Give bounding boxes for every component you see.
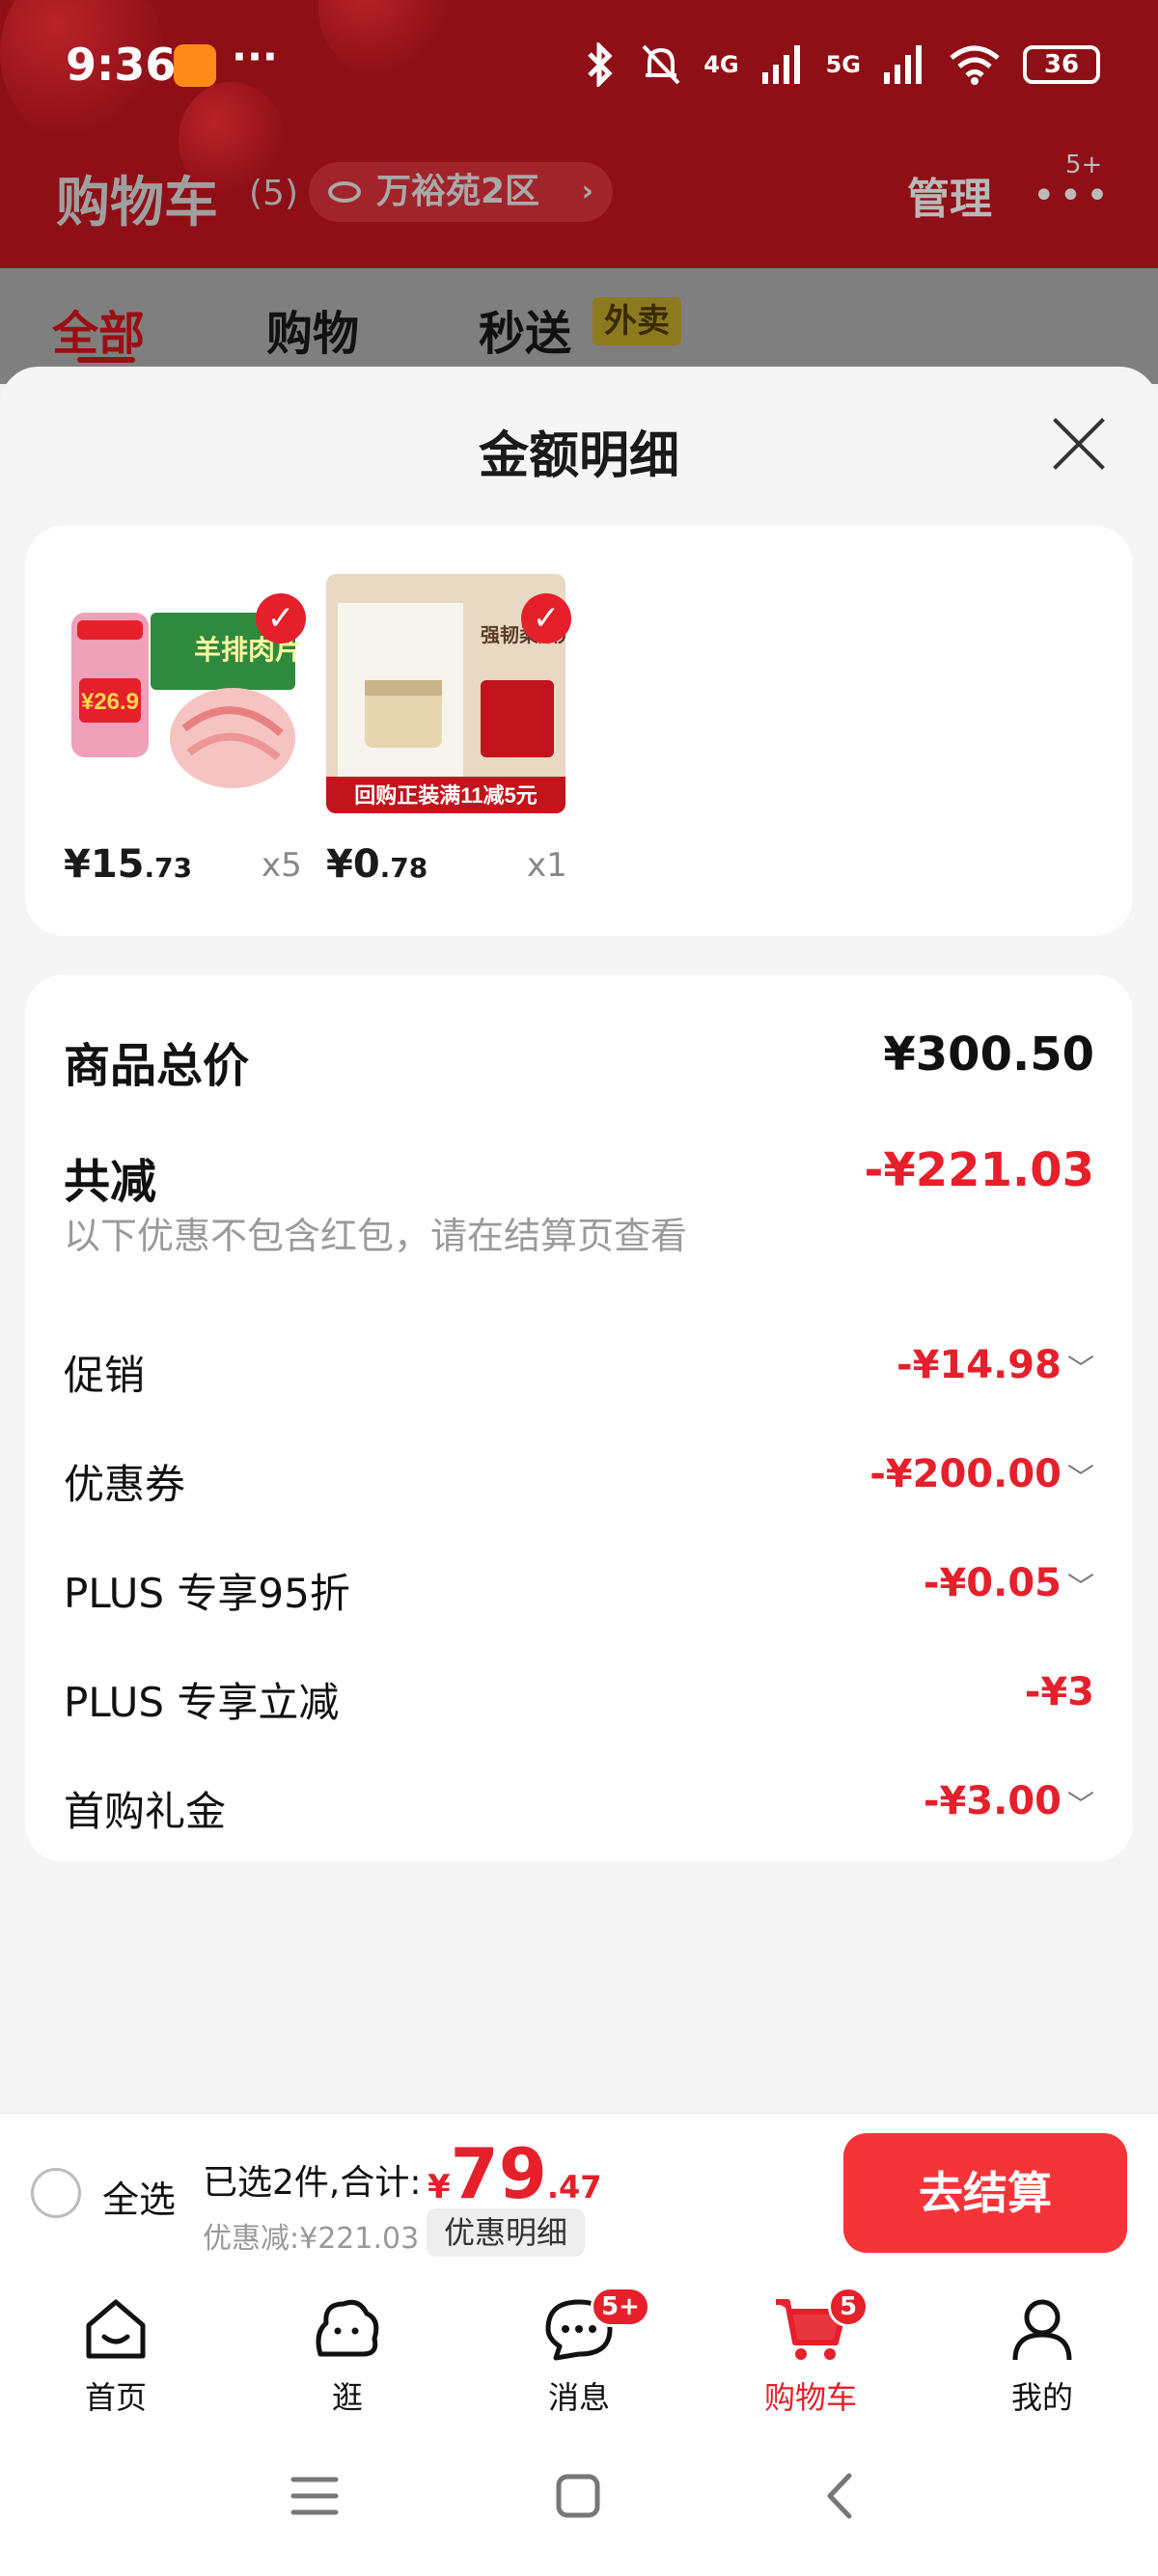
sheet-title: 金额明细 xyxy=(478,427,679,485)
product-qty: x5 xyxy=(262,846,302,885)
battery-indicator: 36 xyxy=(1023,45,1100,84)
discount-amount: -¥14.98 xyxy=(896,1343,1062,1387)
message-badge: 5+ xyxy=(591,2287,650,2327)
tab-express[interactable]: 秒送 xyxy=(479,295,571,363)
checkout-bar: 全选 已选2件,合计: ¥79.47 优惠减:¥221.03 优惠明细 去结算 xyxy=(0,2113,1158,2269)
profile-icon xyxy=(1012,2299,1072,2361)
reduce-value: -¥221.03 xyxy=(864,1143,1094,1197)
address-selector[interactable]: 万裕苑2区 › xyxy=(309,162,613,222)
nav-browse[interactable]: 逛 xyxy=(270,2290,425,2418)
cart-count: (5) xyxy=(249,174,298,213)
select-all-label[interactable]: 全选 xyxy=(102,2170,176,2223)
discount-label: PLUS 专享立减 xyxy=(64,1679,340,1726)
discount-label: PLUS 专享95折 xyxy=(64,1570,350,1617)
discount-amount: -¥0.05 xyxy=(923,1561,1062,1605)
wifi-icon xyxy=(950,45,1000,85)
discount-value: -¥14.98 ﹀ xyxy=(896,1343,1094,1387)
nav-home[interactable]: 首页 xyxy=(39,2290,193,2418)
discount-label: 促销 xyxy=(64,1352,146,1399)
signal-icon xyxy=(761,45,800,84)
discount-summary: 优惠减:¥221.03 xyxy=(203,2222,420,2256)
nav-label: 消息 xyxy=(547,2379,610,2416)
nav-label: 购物车 xyxy=(763,2379,857,2416)
selected-summary: 已选2件,合计: xyxy=(203,2163,422,2203)
product-promo-banner: 回购正装满11减5元 xyxy=(354,783,538,808)
chevron-right-icon: › xyxy=(581,175,593,208)
takeaway-badge: 外卖 xyxy=(593,297,681,345)
chevron-down-icon: ﹀ xyxy=(1066,1353,1094,1384)
nav-label: 首页 xyxy=(84,2379,147,2416)
eye-icon xyxy=(328,181,361,203)
chevron-down-icon: ﹀ xyxy=(1066,1462,1094,1494)
checkout-button[interactable]: 去结算 xyxy=(843,2133,1127,2253)
tab-shopping[interactable]: 购物 xyxy=(266,295,359,363)
total-price-value: ¥300.50 xyxy=(883,1028,1094,1082)
network-4g-label: 4G xyxy=(703,51,739,78)
discount-value: -¥0.05 ﹀ xyxy=(924,1561,1094,1605)
product-price-dec: .78 xyxy=(379,852,428,884)
total-amount-dec: .47 xyxy=(546,2169,602,2206)
price-detail-card: 商品总价 ¥300.50 共减 -¥221.03 以下优惠不包含红包，请在结算页… xyxy=(25,974,1133,1862)
nav-cart[interactable]: 购物车 5 xyxy=(733,2287,888,2418)
more-badge: 5+ xyxy=(1065,151,1103,179)
discount-note: 以下优惠不包含红包，请在结算页查看 xyxy=(64,1215,688,1257)
reduce-label: 共减 xyxy=(64,1155,157,1209)
checked-icon[interactable]: ✓ xyxy=(521,593,571,644)
tab-underline xyxy=(77,357,135,363)
discount-amount: -¥200.00 xyxy=(869,1452,1062,1496)
product-qty: x1 xyxy=(527,846,567,885)
total-amount: ¥79.47 xyxy=(427,2133,602,2214)
checked-icon[interactable]: ✓ xyxy=(256,593,306,644)
chevron-down-icon: ﹀ xyxy=(1066,1571,1094,1603)
product-price-dec: .73 xyxy=(144,852,193,884)
signal-icon xyxy=(884,45,922,84)
cart-badge: 5 xyxy=(828,2287,868,2327)
browse-icon xyxy=(316,2299,379,2357)
nav-label: 我的 xyxy=(1010,2379,1073,2416)
total-amount-int: 79 xyxy=(450,2133,547,2214)
product-price-int: ¥0 xyxy=(326,842,380,887)
bottom-nav: 首页 逛 消息 5+ 购物车 5 我的 xyxy=(0,2269,1158,2433)
mute-bell-icon xyxy=(642,44,680,85)
home-square-icon[interactable] xyxy=(554,2472,602,2520)
back-icon[interactable] xyxy=(820,2472,859,2520)
more-menu-icon[interactable]: ••• xyxy=(1033,174,1113,218)
system-nav-bar xyxy=(0,2433,1158,2576)
discount-value: -¥3.00 ﹀ xyxy=(924,1779,1094,1823)
discount-amount: -¥3.00 xyxy=(923,1779,1062,1823)
manage-button[interactable]: 管理 xyxy=(907,164,992,226)
address-label: 万裕苑2区 xyxy=(376,172,540,211)
status-bar: 9:36 ··· 4G 5G 36 xyxy=(0,29,1158,106)
menu-icon[interactable] xyxy=(290,2472,340,2520)
amount-detail-sheet: 金额明细 ¥26.9 羊排肉片 ✓ ¥15.73 x5 强韧柔 回购正装满11减… xyxy=(0,367,1158,2113)
close-icon[interactable] xyxy=(1050,415,1108,473)
total-price-label: 商品总价 xyxy=(64,1039,250,1093)
cart-header: 9:36 ··· 4G 5G 36 购物车 (5) 万裕苑2区 › 管理 •••… xyxy=(0,0,1158,268)
product-price-tag: ¥26.9 xyxy=(81,689,139,715)
selected-products-card: ¥26.9 羊排肉片 ✓ ¥15.73 x5 强韧柔 回购正装满11减5元 ✓ … xyxy=(25,526,1133,936)
discount-value: -¥3 xyxy=(1024,1670,1094,1714)
network-5g-label: 5G xyxy=(825,51,861,78)
page-title: 购物车 xyxy=(56,172,218,234)
product-price: ¥15.73 xyxy=(64,842,192,887)
status-time: 9:36 xyxy=(66,39,177,91)
currency-symbol: ¥ xyxy=(427,2168,451,2206)
nav-messages[interactable]: 消息 5+ xyxy=(502,2287,656,2418)
status-more-dots: ··· xyxy=(232,33,278,80)
discount-label: 首购礼金 xyxy=(64,1788,227,1835)
app-notification-icon xyxy=(174,44,216,87)
nav-label: 逛 xyxy=(331,2379,363,2416)
discount-value: -¥200.00 ﹀ xyxy=(869,1452,1094,1496)
home-icon xyxy=(86,2299,146,2359)
tab-all[interactable]: 全部 xyxy=(52,295,145,363)
discount-label: 优惠券 xyxy=(64,1461,186,1508)
nav-profile[interactable]: 我的 xyxy=(965,2290,1119,2418)
select-all-radio[interactable] xyxy=(31,2168,81,2218)
chevron-down-icon: ﹀ xyxy=(1066,1789,1094,1821)
product-price: ¥0.78 xyxy=(326,842,427,887)
bluetooth-icon xyxy=(588,42,613,87)
discount-detail-button[interactable]: 优惠明细 xyxy=(427,2208,586,2257)
product-price-int: ¥15 xyxy=(64,842,145,887)
